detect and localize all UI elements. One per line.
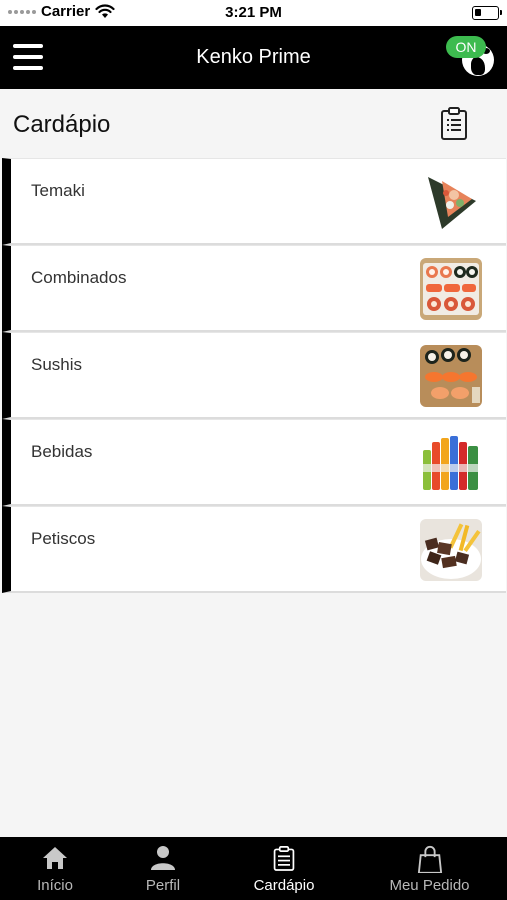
category-item-petiscos[interactable]: Petiscos — [2, 506, 506, 593]
category-item-combinados[interactable]: Combinados — [2, 245, 506, 332]
category-label: Combinados — [31, 268, 127, 287]
petiscos-thumbnail — [420, 519, 482, 581]
user-icon — [151, 846, 175, 870]
category-label: Bebidas — [31, 442, 93, 461]
category-item-temaki[interactable]: Temaki — [2, 158, 506, 245]
tab-cardapio[interactable]: Cardápio — [216, 837, 352, 900]
online-status-toggle[interactable]: ON — [446, 36, 494, 76]
battery-icon — [472, 6, 502, 20]
home-icon — [43, 847, 67, 869]
temaki-thumbnail — [420, 171, 482, 233]
category-label: Sushis — [31, 355, 83, 374]
bag-icon — [417, 845, 442, 873]
tab-label: Perfil — [145, 877, 181, 894]
combinados-thumbnail — [420, 258, 482, 320]
bebidas-thumbnail — [420, 432, 482, 494]
category-item-bebidas[interactable]: Bebidas — [2, 419, 506, 506]
sushis-thumbnail — [420, 345, 482, 407]
page-heading: Cardápio — [0, 89, 507, 159]
tab-label: Início — [37, 877, 73, 894]
clipboard-icon[interactable] — [440, 107, 468, 141]
tab-perfil[interactable]: Perfil — [110, 837, 216, 900]
page-title: Cardápio — [13, 111, 111, 138]
category-label: Temaki — [31, 181, 85, 200]
status-bar: Carrier 3:21 PM — [0, 0, 507, 26]
category-list: Temaki Combinados Sushis Bebidas Petisco… — [2, 158, 506, 593]
app-header: Kenko Prime ON — [0, 26, 507, 89]
on-status-badge: ON — [446, 36, 486, 58]
clipboard-icon — [273, 846, 295, 871]
category-item-sushis[interactable]: Sushis — [2, 332, 506, 419]
tab-meu-pedido[interactable]: Meu Pedido — [352, 837, 507, 900]
tab-label: Cardápio — [253, 877, 315, 894]
category-label: Petiscos — [31, 529, 96, 548]
bottom-tab-bar: Início Perfil Cardápio Meu Pedido — [0, 837, 507, 900]
tab-label: Meu Pedido — [389, 877, 470, 894]
tab-inicio[interactable]: Início — [0, 837, 110, 900]
status-time: 3:21 PM — [225, 4, 282, 21]
app-title: Kenko Prime — [196, 46, 311, 68]
